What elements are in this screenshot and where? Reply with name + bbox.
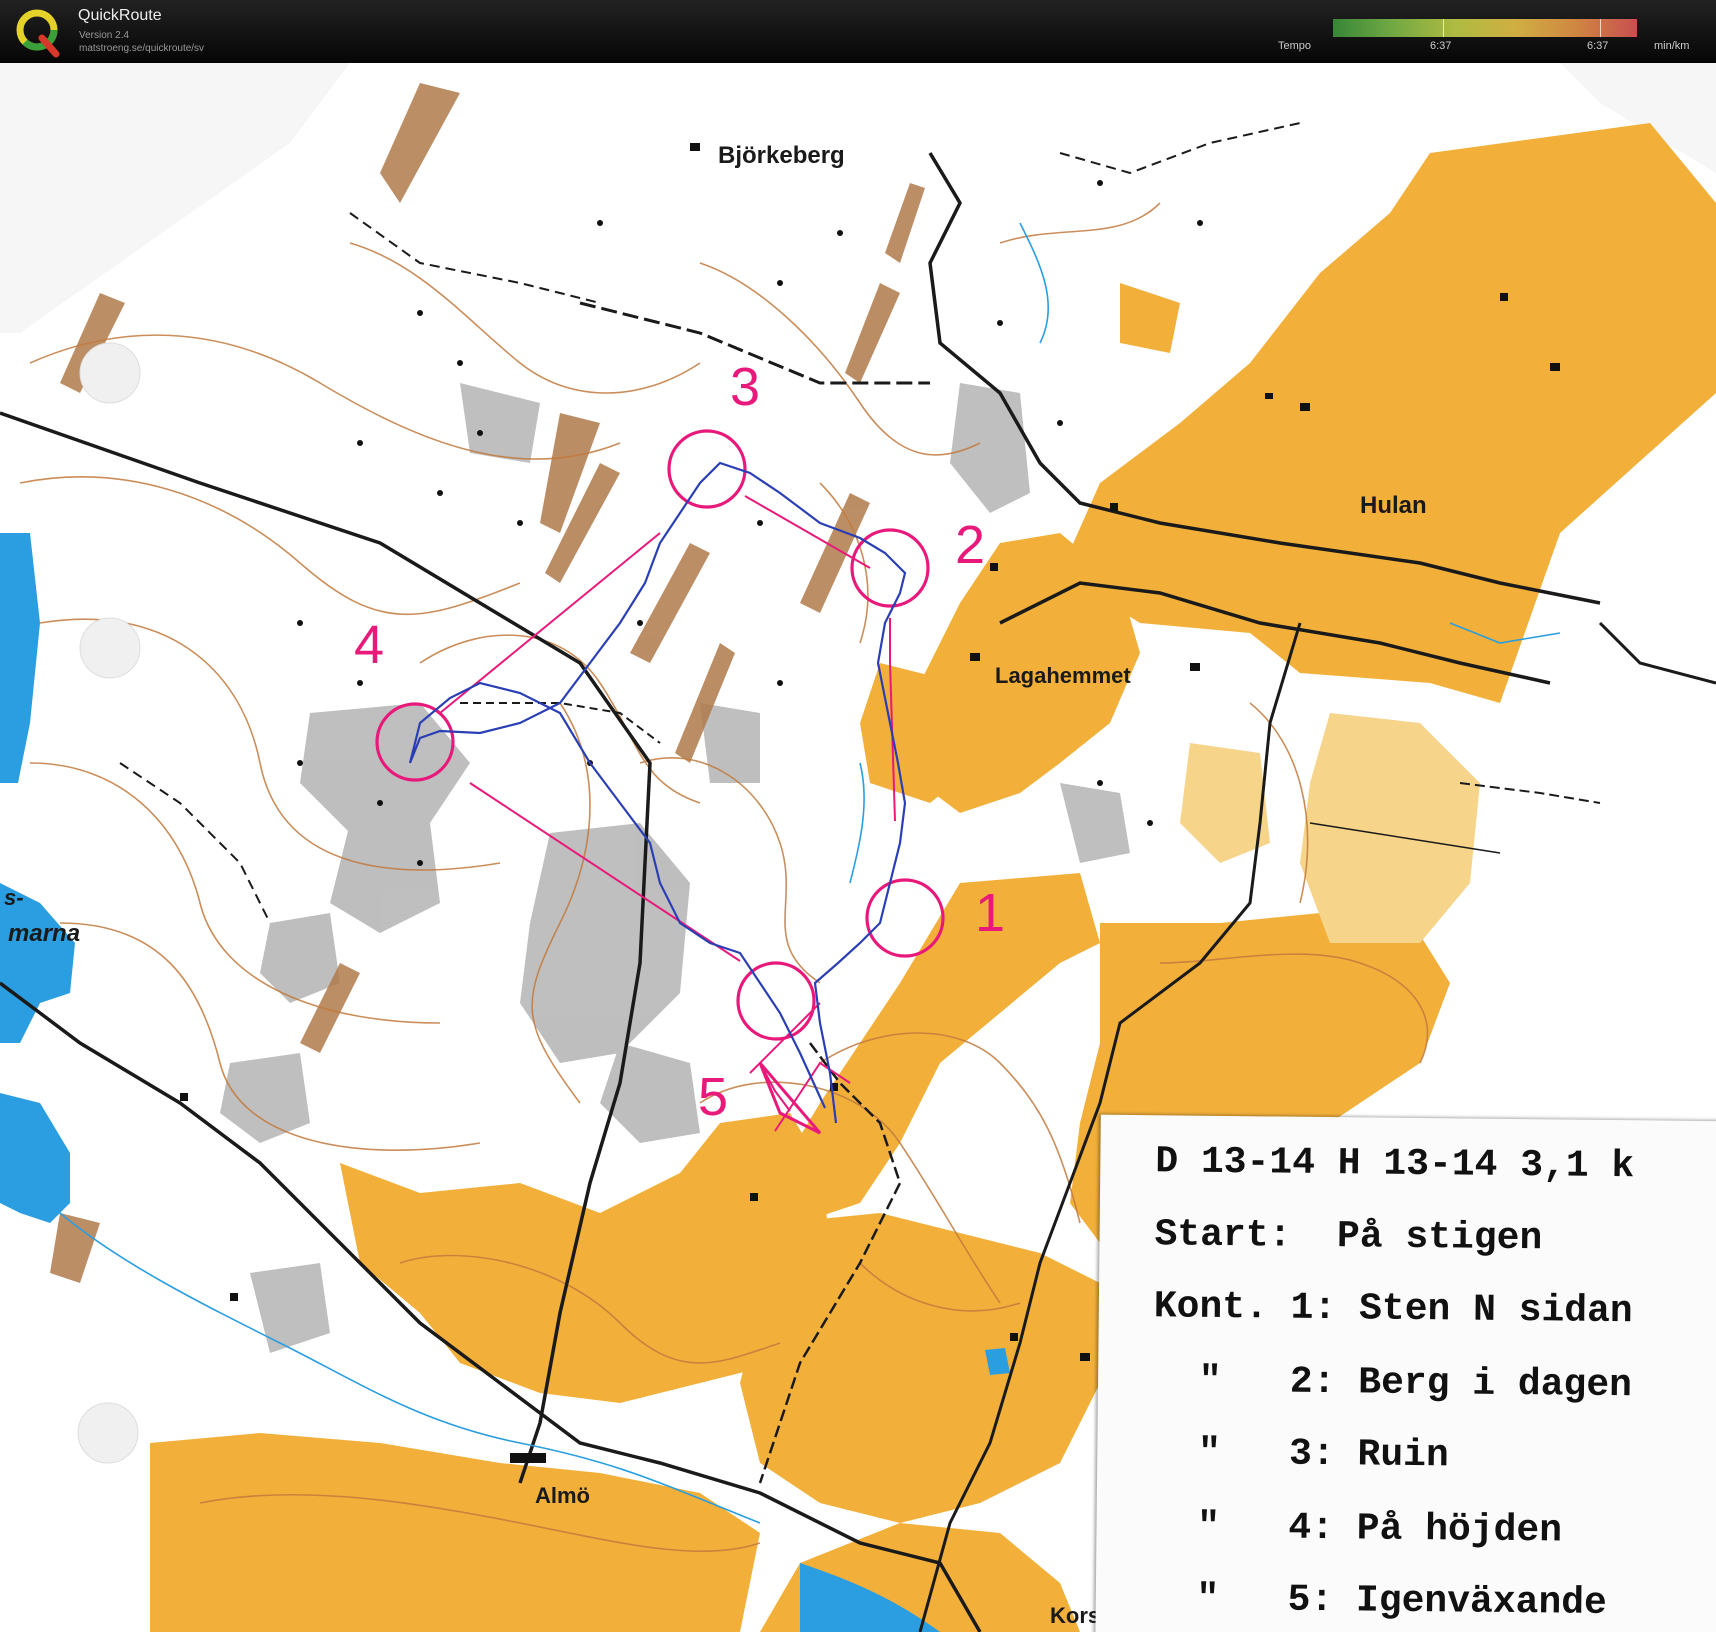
control-number-1: 1 [975, 883, 1005, 943]
place-hulan: Hulan [1360, 492, 1427, 519]
legend-control-4: " 4: På höjden [1151, 1505, 1563, 1553]
place-lake-label-1: s- [4, 885, 24, 910]
control-number-2: 2 [955, 515, 985, 575]
control-number-3: 3 [730, 357, 760, 417]
tempo-tick [1443, 19, 1444, 37]
app-title: QuickRoute [78, 7, 162, 24]
legend-control-5: " 5: Igenväxande [1150, 1577, 1608, 1625]
app-version: Version 2.4 [79, 30, 130, 41]
control-number-5: 5 [698, 1067, 728, 1127]
place-lake-label-2: marna [8, 920, 80, 947]
place-almo: Almö [535, 1483, 590, 1508]
tempo-color-scale [1333, 19, 1637, 37]
tempo-tick [1600, 19, 1601, 37]
quickroute-logo-icon [16, 9, 60, 58]
map-viewport[interactable]: 1 2 3 4 5 Björkeberg Hulan Lagahemmet Al… [0, 63, 1716, 1632]
legend-control-3: " 3: Ruin [1152, 1431, 1449, 1478]
app-url[interactable]: matstroeng.se/quickroute/sv [79, 43, 204, 54]
app-header: QuickRoute Version 2.4 matstroeng.se/qui… [0, 0, 1716, 63]
tempo-unit: min/km [1654, 40, 1690, 52]
tempo-label: Tempo [1278, 40, 1312, 52]
place-bjorkeberg: Björkeberg [718, 142, 845, 169]
place-kors: Kors [1050, 1603, 1100, 1628]
control-description-card: D 13-14 H 13-14 3,1 k Start: På stigen K… [1095, 1114, 1716, 1632]
control-number-4: 4 [354, 615, 384, 675]
place-lagahemmet: Lagahemmet [995, 663, 1131, 688]
legend-header: D 13-14 H 13-14 3,1 k [1155, 1140, 1635, 1189]
tempo-value-min: 6:37 [1430, 40, 1452, 52]
legend-control-2: " 2: Berg i dagen [1152, 1359, 1633, 1408]
legend-control-1: Kont. 1: Sten N sidan [1153, 1285, 1633, 1334]
tempo-value-max: 6:37 [1587, 40, 1609, 52]
legend-start: Start: På stigen [1154, 1213, 1543, 1261]
